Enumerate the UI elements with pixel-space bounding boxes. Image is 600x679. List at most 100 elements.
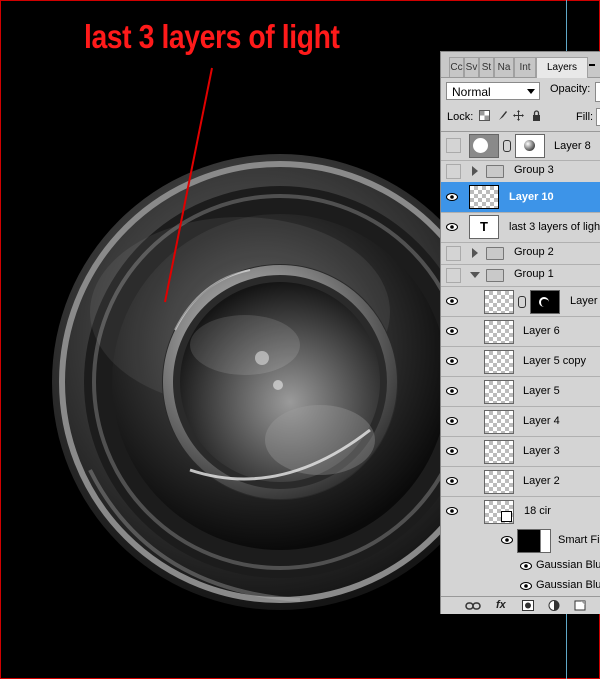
- tab-character[interactable]: Cc: [449, 57, 464, 77]
- layer-name: Layer 8: [554, 140, 591, 152]
- folder-icon: [486, 165, 504, 178]
- lock-transparency-icon[interactable]: [479, 110, 490, 121]
- eye-icon[interactable]: [446, 357, 458, 365]
- layer-row-selected[interactable]: Layer 10: [441, 182, 600, 213]
- layer-group-row[interactable]: Group 3: [441, 160, 600, 183]
- smart-object-row[interactable]: 18 cir: [441, 496, 600, 526]
- panel-tabs: Cc Sv St Na Int Layers: [441, 52, 600, 78]
- layer-name: Smart Fil: [558, 534, 600, 546]
- adjustment-icon[interactable]: [548, 600, 560, 611]
- layer-thumbnail: [469, 185, 499, 209]
- layer-name: Layer 6: [523, 325, 560, 337]
- layer-thumbnail: [484, 380, 514, 404]
- layer-row[interactable]: Layer: [441, 286, 600, 317]
- tab-styles[interactable]: St: [479, 57, 494, 77]
- layer-thumbnail: [484, 500, 514, 524]
- link-layers-icon[interactable]: [465, 601, 481, 611]
- layer-mask-thumbnail[interactable]: [530, 290, 560, 314]
- eye-icon[interactable]: [446, 297, 458, 305]
- layer-row[interactable]: Layer 5: [441, 376, 600, 407]
- eye-icon[interactable]: [446, 417, 458, 425]
- layer-name: Layer 3: [523, 445, 560, 457]
- visibility-toggle[interactable]: [446, 246, 461, 261]
- chevron-down-icon: [527, 89, 535, 94]
- layer-group-row[interactable]: Group 2: [441, 242, 600, 265]
- filter-row[interactable]: Gaussian Blur: [441, 576, 600, 596]
- eye-icon[interactable]: [446, 193, 458, 201]
- tab-navigator[interactable]: Na: [494, 57, 514, 77]
- layer-row[interactable]: Layer 5 copy: [441, 346, 600, 377]
- layer-thumbnail: [484, 470, 514, 494]
- fill-field[interactable]: [596, 108, 600, 126]
- visibility-toggle[interactable]: [446, 268, 461, 283]
- collapse-arrow-icon[interactable]: [470, 272, 480, 278]
- layers-list: Layer 8 Group 3 Layer 10 T last 3 layers…: [441, 131, 600, 597]
- tab-close-icon[interactable]: [589, 64, 595, 66]
- eye-icon[interactable]: [501, 536, 513, 544]
- smart-filters-row[interactable]: Smart Fil: [441, 526, 600, 554]
- new-layer-icon[interactable]: [574, 600, 586, 611]
- layer-thumbnail: [484, 320, 514, 344]
- group-name: Group 3: [514, 164, 554, 176]
- visibility-toggle[interactable]: [446, 138, 461, 153]
- layer-name: Layer 5: [523, 385, 560, 397]
- eye-icon[interactable]: [520, 582, 532, 590]
- opacity-field[interactable]: [595, 82, 600, 102]
- blend-mode-value: Normal: [452, 85, 491, 99]
- smart-object-icon: [501, 511, 512, 522]
- opacity-label: Opacity:: [550, 83, 591, 95]
- layer-name: last 3 layers of ligh: [509, 221, 600, 233]
- blend-mode-select[interactable]: Normal: [446, 82, 540, 100]
- layer-row[interactable]: Layer 2: [441, 466, 600, 497]
- eye-icon[interactable]: [446, 327, 458, 335]
- move-icon[interactable]: [513, 110, 524, 121]
- filter-name: Gaussian Blur: [536, 559, 600, 571]
- annotation-pointer-line: [164, 67, 213, 303]
- tab-info[interactable]: Int: [514, 57, 536, 77]
- lock-icon[interactable]: [531, 110, 542, 121]
- layer-row[interactable]: Layer 8: [441, 132, 600, 161]
- layer-group-row[interactable]: Group 1: [441, 264, 600, 287]
- layer-name: Layer: [570, 295, 598, 307]
- mask-icon[interactable]: [522, 600, 534, 611]
- link-icon[interactable]: [518, 296, 526, 308]
- eye-icon[interactable]: [446, 223, 458, 231]
- text-layer-row[interactable]: T last 3 layers of ligh: [441, 212, 600, 243]
- layer-name: Layer 2: [523, 475, 560, 487]
- layer-name: Layer 10: [509, 191, 554, 203]
- filter-row[interactable]: Gaussian Blur: [441, 556, 600, 576]
- group-name: Group 1: [514, 268, 554, 280]
- layer-name: 18 cir: [524, 505, 551, 517]
- layers-panel: Cc Sv St Na Int Layers Normal Opacity: L…: [440, 51, 600, 614]
- eye-icon[interactable]: [520, 562, 532, 570]
- layer-row[interactable]: Layer 3: [441, 436, 600, 467]
- fx-icon[interactable]: fx: [496, 599, 506, 611]
- visibility-toggle[interactable]: [446, 164, 461, 179]
- layer-thumbnail: [484, 410, 514, 434]
- filter-mask-thumbnail[interactable]: [517, 529, 551, 553]
- expand-arrow-icon[interactable]: [472, 248, 478, 258]
- layers-panel-footer: fx: [441, 596, 600, 614]
- layer-mask-thumbnail[interactable]: [515, 134, 545, 158]
- text-layer-icon: T: [469, 215, 499, 239]
- eye-icon[interactable]: [446, 447, 458, 455]
- layer-thumbnail: [484, 350, 514, 374]
- filter-name: Gaussian Blur: [536, 579, 600, 591]
- eye-icon[interactable]: [446, 507, 458, 515]
- link-icon[interactable]: [503, 140, 511, 152]
- brush-icon[interactable]: [497, 110, 508, 121]
- layer-name: Layer 4: [523, 415, 560, 427]
- fill-label: Fill:: [576, 111, 594, 123]
- lock-label: Lock:: [447, 111, 474, 123]
- layer-row[interactable]: Layer 6: [441, 316, 600, 347]
- layer-row[interactable]: Layer 4: [441, 406, 600, 437]
- tab-swatches[interactable]: Sv: [464, 57, 479, 77]
- group-name: Group 2: [514, 246, 554, 258]
- tab-layers[interactable]: Layers: [536, 57, 588, 78]
- layer-name: Layer 5 copy: [523, 355, 586, 367]
- eye-icon[interactable]: [446, 387, 458, 395]
- layer-thumbnail: [484, 290, 514, 314]
- layer-thumbnail: [469, 134, 499, 158]
- expand-arrow-icon[interactable]: [472, 166, 478, 176]
- eye-icon[interactable]: [446, 477, 458, 485]
